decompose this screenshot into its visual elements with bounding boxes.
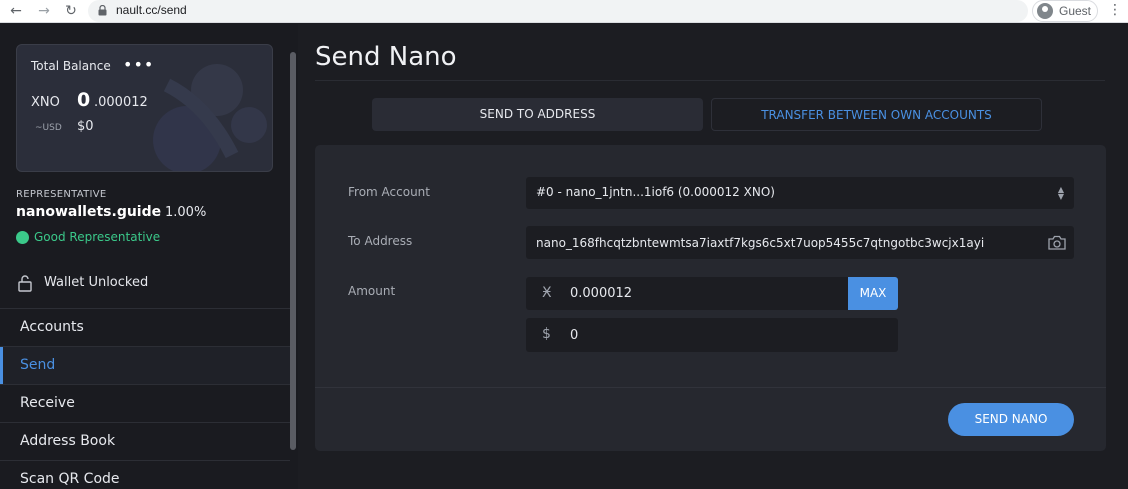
- sidebar-item-send[interactable]: Send: [0, 346, 290, 385]
- representative-name[interactable]: nanowallets.guide: [16, 204, 161, 220]
- browser-toolbar: ← → ↻ nault.cc/send Guest ⋮: [0, 0, 1128, 23]
- from-account-select[interactable]: #0 - nano_1jntn...1iof6 (0.000012 XNO) ▲…: [526, 177, 1074, 209]
- lock-icon: [98, 5, 107, 16]
- camera-icon[interactable]: [1048, 235, 1066, 250]
- max-button[interactable]: MAX: [848, 277, 898, 310]
- page-title: Send Nano: [315, 42, 457, 72]
- to-address-input[interactable]: [526, 226, 1036, 259]
- sidebar-item-accounts[interactable]: Accounts: [0, 308, 290, 346]
- url-text: nault.cc/send: [116, 3, 187, 17]
- dollar-symbol-icon: $: [542, 326, 551, 342]
- form-divider: [315, 387, 1106, 388]
- representative-status-text: Good Representative: [34, 230, 161, 244]
- fiat-label: ~USD: [35, 123, 62, 133]
- sidebar-item-address-book[interactable]: Address Book: [0, 422, 290, 460]
- sidebar-item-label: Send: [20, 357, 56, 373]
- forward-arrow-icon[interactable]: →: [35, 2, 53, 20]
- main-content: Send Nano SEND TO ADDRESS TRANSFER BETWE…: [298, 24, 1128, 489]
- title-divider: [315, 80, 1105, 81]
- back-arrow-icon[interactable]: ←: [7, 2, 25, 20]
- send-nano-button[interactable]: SEND NANO: [948, 403, 1074, 436]
- reload-icon[interactable]: ↻: [62, 2, 80, 20]
- to-address-label: To Address: [348, 234, 413, 248]
- avatar-icon: [1037, 3, 1053, 19]
- from-account-label: From Account: [348, 185, 430, 199]
- balance-title: Total Balance: [31, 59, 111, 73]
- profile-label: Guest: [1059, 4, 1092, 18]
- fiat-amount-field: $: [526, 318, 898, 352]
- balance-currency: XNO: [31, 95, 60, 110]
- status-dot-icon: [16, 231, 29, 244]
- balance-card: Total Balance ••• XNO 0 .000012 ~USD $0: [16, 44, 273, 172]
- sidebar-item-label: Address Book: [20, 433, 116, 449]
- tab-send-to-address[interactable]: SEND TO ADDRESS: [372, 98, 703, 131]
- profile-button[interactable]: Guest: [1032, 0, 1098, 22]
- fiat-value: $0: [77, 119, 94, 134]
- representative-label: REPRESENTATIVE: [16, 189, 107, 200]
- balance-amount-fraction: .000012: [94, 95, 148, 110]
- send-form: From Account #0 - nano_1jntn...1iof6 (0.…: [315, 145, 1106, 451]
- sidebar-item-label: Accounts: [20, 319, 84, 335]
- sidebar-item-label: Receive: [20, 395, 75, 411]
- sidebar-item-receive[interactable]: Receive: [0, 384, 290, 422]
- select-caret-icon: ▲ ▼: [1057, 185, 1064, 201]
- unlocked-padlock-icon: [18, 275, 32, 292]
- more-options-icon[interactable]: •••: [123, 55, 154, 74]
- from-account-value: #0 - nano_1jntn...1iof6 (0.000012 XNO): [536, 185, 775, 199]
- amount-input[interactable]: [564, 277, 844, 310]
- browser-menu-icon[interactable]: ⋮: [1108, 2, 1122, 18]
- fiat-amount-input[interactable]: [564, 318, 884, 352]
- amount-field: Ӿ: [526, 277, 848, 310]
- sidebar-scrollbar[interactable]: [290, 52, 296, 450]
- tab-transfer-between-accounts[interactable]: TRANSFER BETWEEN OWN ACCOUNTS: [711, 98, 1042, 131]
- address-bar[interactable]: nault.cc/send: [88, 0, 1028, 22]
- to-address-field: [526, 226, 1074, 259]
- wallet-status-text: Wallet Unlocked: [44, 275, 149, 290]
- representative-weight: 1.00%: [165, 205, 207, 220]
- sidebar-item-scan-qr-code[interactable]: Scan QR Code: [0, 460, 290, 489]
- sidebar: Total Balance ••• XNO 0 .000012 ~USD $0 …: [0, 24, 298, 489]
- sidebar-item-label: Scan QR Code: [20, 471, 120, 487]
- balance-amount-whole: 0: [77, 89, 91, 111]
- nano-symbol-icon: Ӿ: [542, 285, 552, 301]
- amount-label: Amount: [348, 284, 396, 298]
